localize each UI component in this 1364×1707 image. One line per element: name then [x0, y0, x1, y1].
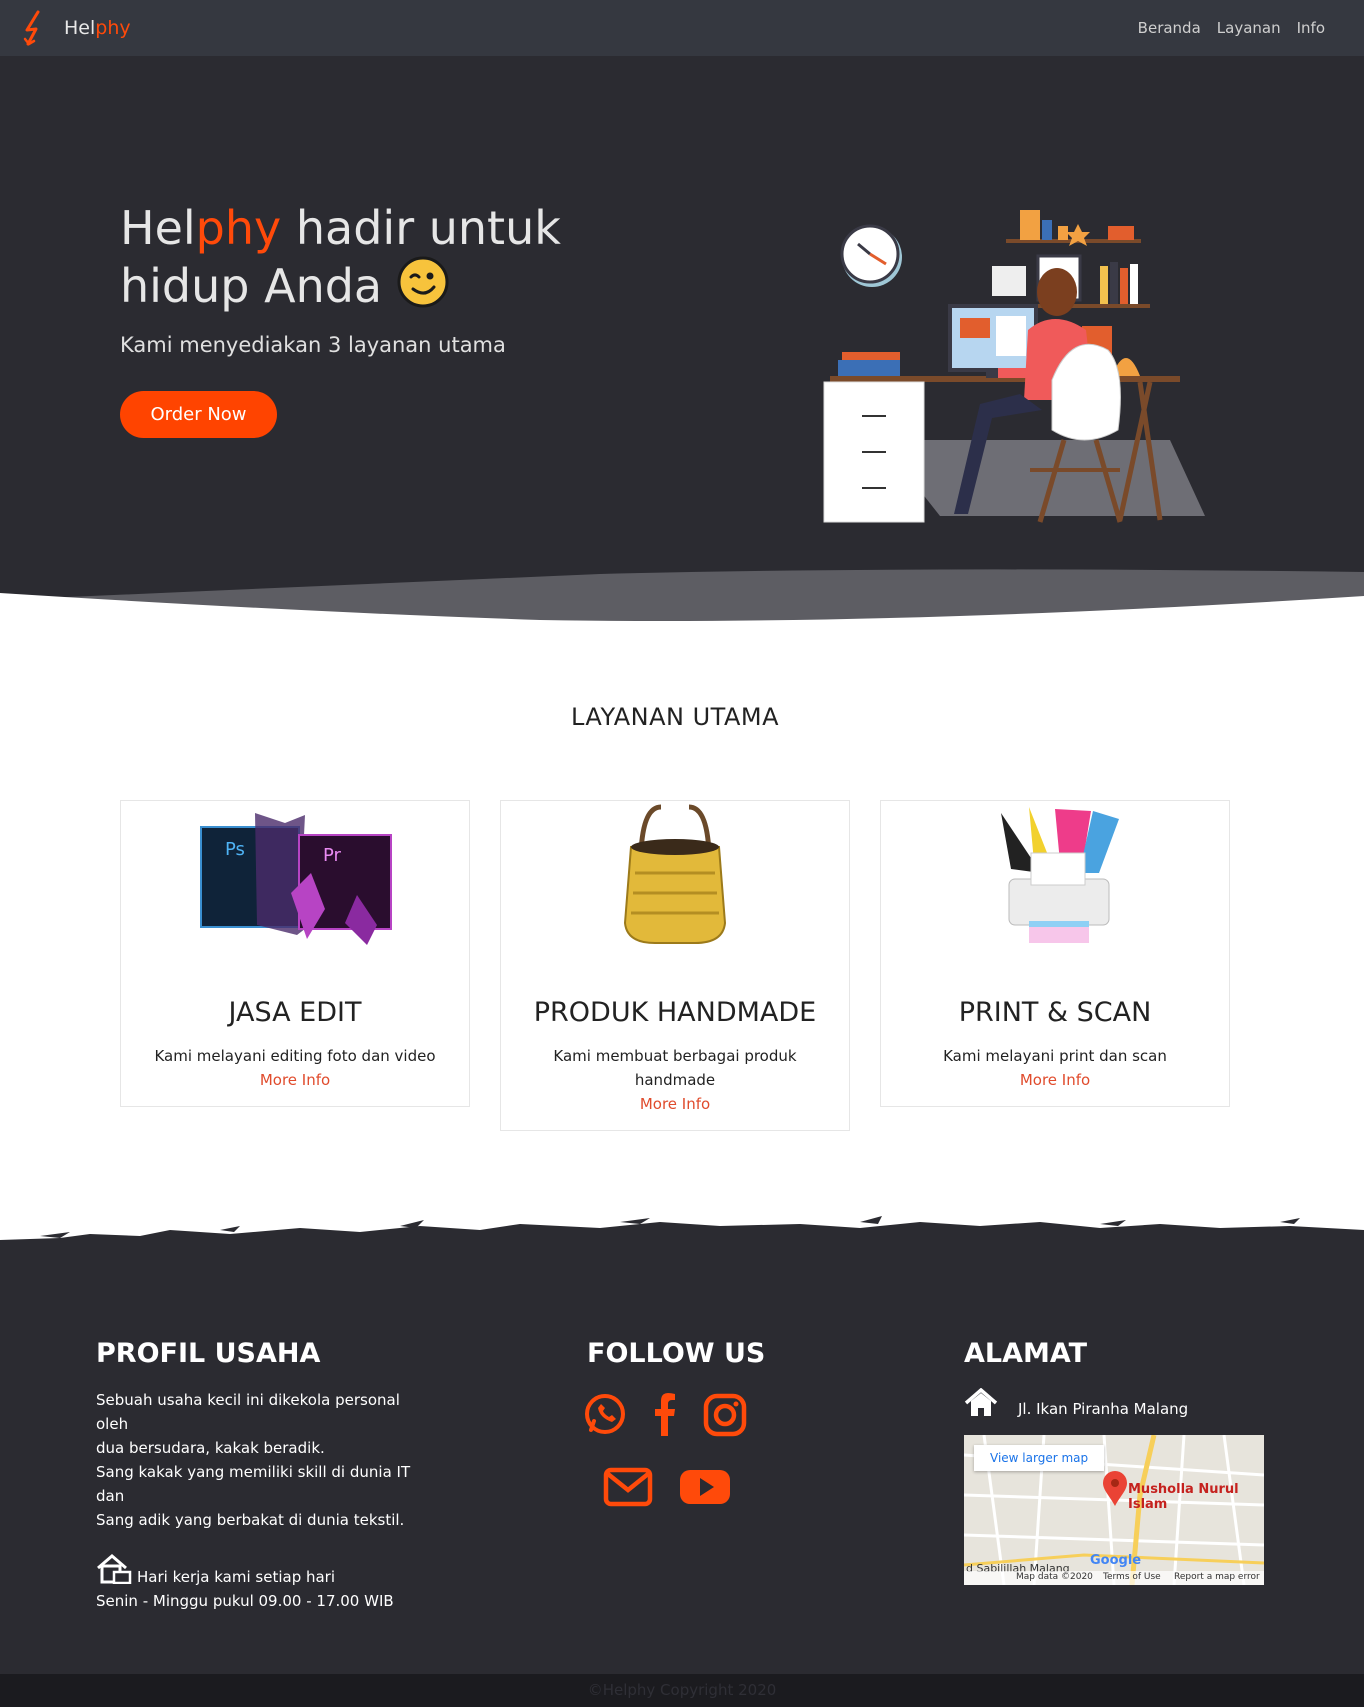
- more-info-link[interactable]: More Info: [501, 1092, 849, 1116]
- brand-name[interactable]: Helphy: [64, 17, 131, 39]
- work-hours-text: Senin - Minggu pukul 09.00 - 17.00 WIB: [96, 1592, 394, 1610]
- profil-text: Sebuah usaha kecil ini dikekola personal…: [96, 1388, 416, 1532]
- view-larger-map-button[interactable]: View larger map: [974, 1445, 1105, 1471]
- hero-section: Helphy hadir untuk hidup Anda Kami menye…: [0, 56, 1364, 636]
- profil-line: oleh: [96, 1415, 129, 1433]
- bolt-logo-icon[interactable]: [20, 9, 48, 47]
- follow-heading: FOLLOW US: [587, 1338, 766, 1369]
- hero-title-accent: phy: [195, 201, 282, 255]
- service-title: PRINT & SCAN: [958, 997, 1152, 1028]
- map-report-link[interactable]: Report a map error: [1174, 1572, 1260, 1582]
- order-now-button[interactable]: Order Now: [120, 391, 277, 438]
- map-data-text: Map data ©2020: [1016, 1572, 1093, 1582]
- profil-line: Sang kakak yang memiliki skill di dunia …: [96, 1463, 411, 1481]
- nav-link-beranda[interactable]: Beranda: [1138, 19, 1201, 37]
- profil-line: dua bersudara, kakak beradik.: [96, 1439, 325, 1457]
- instagram-icon[interactable]: [700, 1390, 750, 1440]
- address-text: Jl. Ikan Piranha Malang: [1018, 1400, 1189, 1418]
- embedded-map[interactable]: View larger map Musholla Nurul Islam d S…: [964, 1435, 1264, 1585]
- more-info-link[interactable]: More Info: [881, 1068, 1229, 1092]
- map-terms-link[interactable]: Terms of Use: [1103, 1572, 1161, 1582]
- hero-title: Helphy hadir untuk hidup Anda: [120, 200, 600, 314]
- service-title: PRODUK HANDMADE: [533, 997, 817, 1028]
- alamat-heading: ALAMAT: [964, 1338, 1088, 1369]
- svg-text:Pr: Pr: [323, 845, 342, 866]
- office-worker-illustration: [823, 210, 1205, 523]
- google-logo: Google: [1090, 1553, 1142, 1568]
- map-footer: Map data ©2020 Terms of Use Report a map…: [964, 1571, 1264, 1585]
- copyright-bar: ©Helphy Copyright 2020: [0, 1674, 1364, 1707]
- more-info-link[interactable]: More Info: [121, 1068, 469, 1092]
- service-card-print-scan: PRINT & SCAN Kami melayani print dan sca…: [880, 800, 1230, 1107]
- handbag-icon: [623, 804, 727, 944]
- services-heading: LAYANAN UTAMA: [570, 703, 780, 731]
- hero-title-part-1: Hel: [120, 201, 196, 255]
- profil-heading: PROFIL USAHA: [96, 1338, 321, 1369]
- map-pin-icon[interactable]: [1102, 1471, 1128, 1507]
- service-desc: Kami melayani print dan scan: [943, 1047, 1167, 1065]
- nav-link-layanan[interactable]: Layanan: [1217, 19, 1281, 37]
- service-desc: Kami melayani editing foto dan video: [154, 1047, 436, 1065]
- brand-part-1: Hel: [64, 17, 96, 39]
- brand-part-2: phy: [95, 17, 131, 39]
- service-desc: Kami membuat berbagai produk handmade: [553, 1047, 797, 1089]
- navbar: Helphy Beranda Layanan Info: [0, 0, 1364, 56]
- hero-wave-divider: [0, 569, 1364, 636]
- nav-links: Beranda Layanan Info: [1138, 19, 1325, 37]
- work-home-icon: [97, 1554, 132, 1584]
- copyright-text: ©Helphy Copyright 2020: [587, 1681, 777, 1699]
- service-title: JASA EDIT: [228, 997, 362, 1028]
- service-card-jasa-edit: Ps Pr JASA EDIT Kami melayani editing fo…: [120, 800, 470, 1107]
- map-place-label: Musholla Nurul Islam: [1128, 1482, 1239, 1512]
- hero-subtitle: Kami menyediakan 3 layanan utama: [120, 333, 506, 357]
- youtube-icon[interactable]: [680, 1462, 730, 1512]
- profil-line: Sebuah usaha kecil ini dikekola personal: [96, 1391, 400, 1409]
- svg-text:Ps: Ps: [225, 839, 245, 860]
- service-card-produk-handmade: PRODUK HANDMADE Kami membuat berbagai pr…: [500, 800, 850, 1131]
- adobe-ps-pr-icon: Ps Pr: [200, 813, 392, 945]
- profil-line: Sang adik yang berbakat di dunia tekstil…: [96, 1511, 405, 1529]
- facebook-icon[interactable]: [640, 1390, 690, 1440]
- mail-icon[interactable]: [603, 1462, 653, 1512]
- nav-link-info[interactable]: Info: [1297, 19, 1325, 37]
- profil-line: dan: [96, 1487, 125, 1505]
- whatsapp-icon[interactable]: [580, 1390, 630, 1440]
- work-days-text: Hari kerja kami setiap hari: [137, 1568, 336, 1586]
- clock-icon: [840, 224, 902, 287]
- printer-icon: [1001, 807, 1119, 943]
- house-icon: [964, 1388, 998, 1416]
- wink-emoji-icon: [397, 256, 449, 308]
